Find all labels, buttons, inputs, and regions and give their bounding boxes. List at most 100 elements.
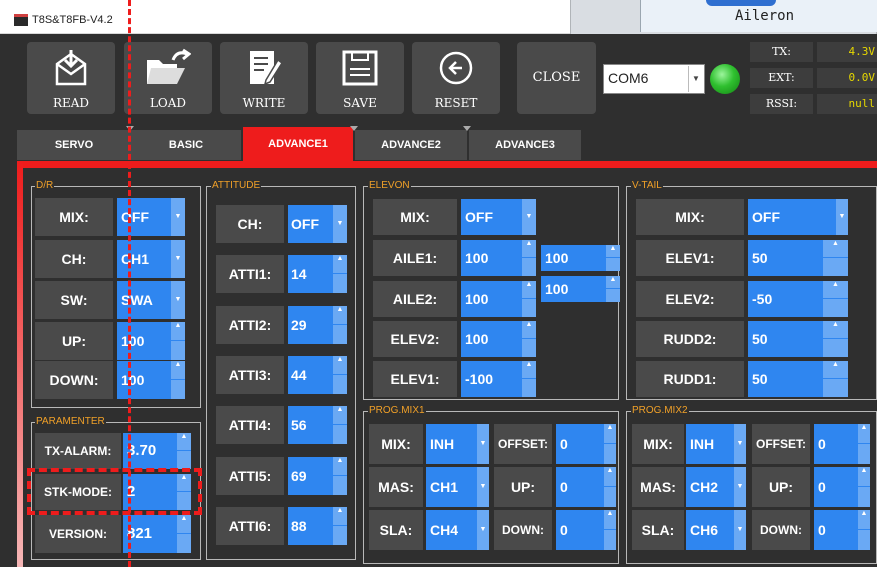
stepper-up-icon[interactable]: ▲ [333,507,347,526]
chevron-down-icon[interactable]: ▼ [477,510,489,550]
vtail-rudd2-stepper[interactable]: ▲ [823,321,848,357]
stepper-up-icon[interactable]: ▲ [333,255,347,274]
dr-down-stepper[interactable]: ▲ [171,361,185,399]
progmix1-mas-value[interactable]: CH1 [426,467,477,507]
chevron-down-icon[interactable]: ▼ [734,510,746,550]
tab-basic[interactable]: BASIC [131,130,241,160]
progmix2-mix-value[interactable]: INH [686,424,734,464]
elevon-aile1-stepper[interactable]: ▲ [522,240,536,276]
stepper-up-icon[interactable]: ▲ [858,467,870,487]
stepper-up-icon[interactable]: ▲ [823,281,848,299]
progmix2-down-value[interactable]: 0 [814,510,858,550]
stepper-up-icon[interactable]: ▲ [522,240,536,258]
vtail-elev2-value[interactable]: -50 [748,281,823,317]
atti5-value[interactable]: 69 [288,457,333,495]
progmix1-down-stepper[interactable]: ▲ [604,510,616,550]
elevon-side-value-2[interactable]: 100 [541,276,606,302]
atti1-stepper[interactable]: ▲ [333,255,347,293]
close-button[interactable]: CLOSE [517,42,596,114]
progmix1-sla-value[interactable]: CH4 [426,510,477,550]
tab-advance2[interactable]: ADVANCE2 [355,130,467,160]
stepper-up-icon[interactable]: ▲ [171,361,185,380]
atti2-stepper[interactable]: ▲ [333,306,347,344]
stepper-up-icon[interactable]: ▲ [333,306,347,325]
read-button[interactable]: READ [27,42,115,114]
progmix2-up-value[interactable]: 0 [814,467,858,507]
chevron-down-icon[interactable]: ▼ [734,467,746,507]
progmix1-mix-value[interactable]: INH [426,424,477,464]
tx-alarm-value[interactable]: 3.70 [123,433,177,469]
write-button[interactable]: WRITE [220,42,308,114]
reset-button[interactable]: RESET [412,42,500,114]
stepper-up-icon[interactable]: ▲ [858,424,870,444]
progmix1-offset-value[interactable]: 0 [556,424,604,464]
tab-advance3[interactable]: ADVANCE3 [469,130,581,160]
stepper-up-icon[interactable]: ▲ [522,361,536,379]
vtail-rudd1-value[interactable]: 50 [748,361,823,397]
progmix2-up-stepper[interactable]: ▲ [858,467,870,507]
chevron-down-icon[interactable]: ▼ [477,467,489,507]
stepper-up-icon[interactable]: ▲ [604,467,616,487]
atti3-stepper[interactable]: ▲ [333,356,347,394]
progmix2-offset-value[interactable]: 0 [814,424,858,464]
chevron-down-icon[interactable]: ▼ [477,424,489,464]
dr-mix-value[interactable]: OFF [117,198,171,236]
stepper-up-icon[interactable]: ▲ [823,361,848,379]
chevron-down-icon[interactable]: ▼ [171,198,185,236]
elevon-aile2-value[interactable]: 100 [461,281,522,317]
attitude-ch-value[interactable]: OFF [288,205,333,243]
stepper-up-icon[interactable]: ▲ [177,515,191,534]
tx-alarm-stepper[interactable]: ▲ [177,433,191,469]
progmix2-down-stepper[interactable]: ▲ [858,510,870,550]
stepper-up-icon[interactable]: ▲ [522,321,536,339]
atti6-value[interactable]: 88 [288,507,333,545]
progmix2-mas-value[interactable]: CH2 [686,467,734,507]
elevon-side-stepper-2[interactable]: ▲ [606,276,620,302]
atti4-value[interactable]: 56 [288,406,333,444]
elevon-elev1-stepper[interactable]: ▲ [522,361,536,397]
atti3-value[interactable]: 44 [288,356,333,394]
atti6-stepper[interactable]: ▲ [333,507,347,545]
vtail-elev1-value[interactable]: 50 [748,240,823,276]
elevon-side-value-1[interactable]: 100 [541,245,606,271]
stepper-up-icon[interactable]: ▲ [606,276,620,289]
stepper-up-icon[interactable]: ▲ [823,240,848,258]
vtail-elev1-stepper[interactable]: ▲ [823,240,848,276]
dr-sw-value[interactable]: SWA [117,281,171,319]
dr-ch-value[interactable]: CH1 [117,240,171,278]
elevon-aile2-stepper[interactable]: ▲ [522,281,536,317]
progmix1-up-value[interactable]: 0 [556,467,604,507]
atti4-stepper[interactable]: ▲ [333,406,347,444]
load-button[interactable]: LOAD [124,42,212,114]
tab-servo[interactable]: SERVO [17,130,131,160]
progmix2-offset-stepper[interactable]: ▲ [858,424,870,464]
stepper-up-icon[interactable]: ▲ [333,406,347,425]
stepper-up-icon[interactable]: ▲ [604,424,616,444]
chevron-down-icon[interactable]: ▼ [688,66,703,92]
stepper-up-icon[interactable]: ▲ [177,433,191,451]
chevron-down-icon[interactable]: ▼ [171,240,185,278]
version-stepper[interactable]: ▲ [177,515,191,553]
elevon-side-stepper-1[interactable]: ▲ [606,245,620,271]
progmix1-offset-stepper[interactable]: ▲ [604,424,616,464]
stepper-up-icon[interactable]: ▲ [333,356,347,375]
progmix1-up-stepper[interactable]: ▲ [604,467,616,507]
atti5-stepper[interactable]: ▲ [333,457,347,495]
chevron-down-icon[interactable]: ▼ [333,205,347,243]
elevon-elev2-value[interactable]: 100 [461,321,522,357]
chevron-down-icon[interactable]: ▼ [836,199,848,235]
tab-advance1[interactable]: ADVANCE1 [243,127,353,163]
stepper-up-icon[interactable]: ▲ [333,457,347,476]
elevon-aile1-value[interactable]: 100 [461,240,522,276]
dr-up-stepper[interactable]: ▲ [171,322,185,360]
dr-up-value[interactable]: 100 [117,322,171,360]
stepper-up-icon[interactable]: ▲ [604,510,616,530]
elevon-mix-value[interactable]: OFF [461,199,522,235]
stepper-up-icon[interactable]: ▲ [823,321,848,339]
progmix2-sla-value[interactable]: CH6 [686,510,734,550]
vtail-mix-value[interactable]: OFF [748,199,836,235]
stepper-up-icon[interactable]: ▲ [522,281,536,299]
elevon-elev1-value[interactable]: -100 [461,361,522,397]
atti2-value[interactable]: 29 [288,306,333,344]
stepper-up-icon[interactable]: ▲ [171,322,185,341]
